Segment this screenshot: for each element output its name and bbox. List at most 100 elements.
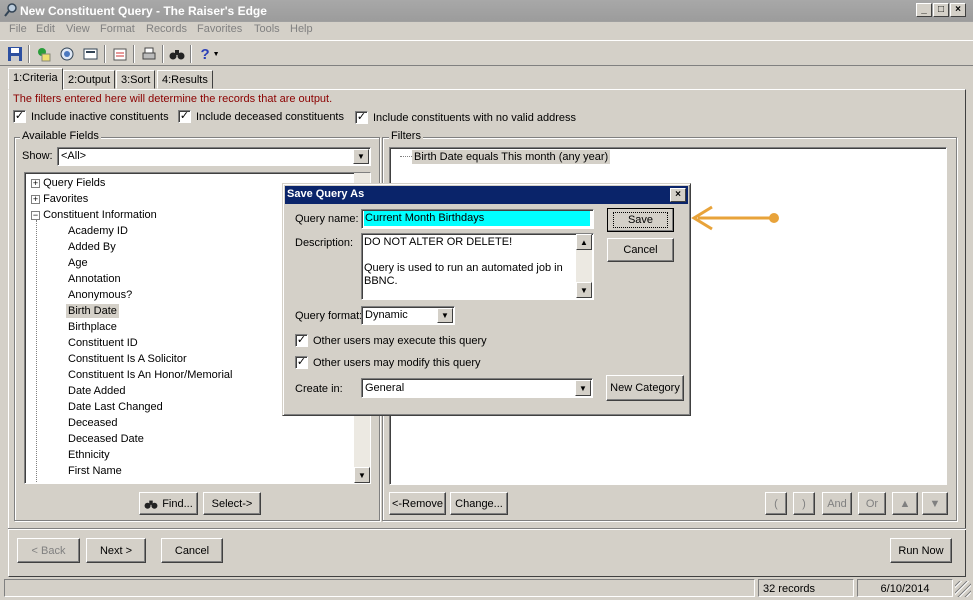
tree-item[interactable]: First Name — [68, 465, 122, 477]
chevron-down-icon[interactable]: ▼ — [353, 149, 369, 164]
and-button[interactable]: And — [822, 492, 852, 515]
checkmark-icon: ✓ — [295, 356, 308, 369]
tree-item[interactable]: Birthplace — [68, 321, 117, 333]
tree-item[interactable]: Constituent Is A Solicitor — [68, 353, 187, 365]
binoculars-icon[interactable] — [166, 44, 188, 64]
close-paren-button[interactable]: ) — [793, 492, 815, 515]
select-button[interactable]: Select-> — [203, 492, 261, 515]
or-button[interactable]: Or — [858, 492, 886, 515]
tree-item[interactable]: Date Added — [68, 385, 126, 397]
create-in-combo[interactable]: General ▼ — [361, 378, 593, 398]
include-deceased-checkbox[interactable]: ✓ Include deceased constituents — [178, 110, 344, 123]
create-in-label: Create in: — [295, 383, 343, 395]
checkmark-icon: ✓ — [178, 110, 191, 123]
resize-grip[interactable] — [955, 581, 971, 597]
tree-item-selected[interactable]: Birth Date — [66, 304, 119, 318]
tree-root-constituent-information[interactable]: − Constituent Information — [31, 209, 157, 221]
menu-help[interactable]: Help — [285, 23, 318, 35]
magnifier-icon — [4, 3, 17, 17]
scroll-down-icon[interactable]: ▼ — [576, 282, 592, 298]
save-icon[interactable] — [4, 44, 26, 64]
new-query-icon[interactable] — [33, 44, 55, 64]
tree-item[interactable]: Deceased Date — [68, 433, 144, 445]
query-format-label: Query format: — [295, 310, 363, 322]
status-date: 6/10/2014 — [857, 579, 953, 597]
properties-icon[interactable] — [109, 44, 131, 64]
tab-results[interactable]: 4:Results — [157, 70, 213, 89]
dialog-title-bar: Save Query As × — [285, 186, 688, 204]
move-down-button[interactable]: ▼ — [922, 492, 948, 515]
move-up-button[interactable]: ▲ — [892, 492, 918, 515]
scroll-up-icon[interactable]: ▲ — [576, 234, 592, 250]
export-icon[interactable] — [80, 44, 102, 64]
tree-item[interactable]: Deceased — [68, 417, 118, 429]
run-now-button[interactable]: Run Now — [890, 538, 952, 563]
remove-button[interactable]: <-Remove — [389, 492, 446, 515]
menu-file[interactable]: File — [4, 23, 32, 35]
new-category-button[interactable]: New Category — [606, 375, 684, 401]
menu-tools[interactable]: Tools — [249, 23, 285, 35]
filter-item[interactable]: Birth Date equals This month (any year) — [412, 150, 611, 164]
open-paren-button[interactable]: ( — [765, 492, 787, 515]
minimize-button[interactable]: _ — [916, 3, 932, 17]
close-icon[interactable]: × — [670, 188, 686, 202]
window-title: New Constituent Query - The Raiser's Edg… — [20, 4, 267, 18]
print-icon[interactable] — [138, 44, 160, 64]
query-format-combo[interactable]: Dynamic ▼ — [361, 306, 455, 325]
tree-item[interactable]: Annotation — [68, 273, 121, 285]
modify-checkbox[interactable]: ✓ Other users may modify this query — [295, 356, 481, 369]
show-combo[interactable]: <All> ▼ — [57, 147, 371, 166]
expand-icon[interactable]: + — [31, 179, 40, 188]
checkmark-icon: ✓ — [295, 334, 308, 347]
tree-item[interactable]: Date Last Changed — [68, 401, 163, 413]
find-button[interactable]: Find... — [139, 492, 198, 515]
chevron-down-icon[interactable]: ▼ — [575, 380, 591, 396]
menu-edit[interactable]: Edit — [31, 23, 60, 35]
title-bar: New Constituent Query - The Raiser's Edg… — [0, 0, 973, 22]
help-icon[interactable]: ? ▼ — [195, 44, 225, 64]
include-inactive-checkbox[interactable]: ✓ Include inactive constituents — [13, 110, 169, 123]
tab-criteria[interactable]: 1:Criteria — [8, 68, 63, 90]
expand-icon[interactable]: + — [31, 195, 40, 204]
close-window-button[interactable]: × — [950, 3, 966, 17]
dialog-cancel-button[interactable]: Cancel — [607, 238, 674, 262]
maximize-button[interactable]: □ — [933, 3, 949, 17]
include-no-address-checkbox[interactable]: ✓ Include constituents with no valid addr… — [355, 111, 576, 124]
tree-item[interactable]: Anonymous? — [68, 289, 132, 301]
query-name-input[interactable]: Current Month Birthdays — [361, 209, 594, 229]
menu-records[interactable]: Records — [141, 23, 192, 35]
change-button[interactable]: Change... — [450, 492, 508, 515]
tab-output[interactable]: 2:Output — [63, 70, 116, 89]
menu-favorites[interactable]: Favorites — [192, 23, 247, 35]
tree-root-favorites[interactable]: + Favorites — [31, 193, 88, 205]
description-textarea[interactable]: DO NOT ALTER OR DELETE! Query is used to… — [361, 233, 594, 300]
tree-root-query-fields[interactable]: + Query Fields — [31, 177, 105, 189]
save-button[interactable]: Save — [607, 208, 674, 232]
tree-item[interactable]: Constituent Is An Honor/Memorial — [68, 369, 232, 381]
tab-sort[interactable]: 3:Sort — [116, 70, 156, 89]
description-scrollbar[interactable]: ▲ ▼ — [576, 234, 592, 298]
chevron-down-icon[interactable]: ▼ — [437, 308, 453, 323]
annotation-arrow-icon — [691, 205, 779, 231]
execute-checkbox[interactable]: ✓ Other users may execute this query — [295, 334, 487, 347]
tree-item[interactable]: Age — [68, 257, 88, 269]
tree-item[interactable]: Constituent ID — [68, 337, 138, 349]
tree-item[interactable]: Added By — [68, 241, 116, 253]
dialog-title: Save Query As — [287, 188, 365, 200]
print-preview-icon[interactable] — [56, 44, 78, 64]
tree-item[interactable]: Academy ID — [68, 225, 128, 237]
cancel-button[interactable]: Cancel — [161, 538, 223, 563]
menu-format[interactable]: Format — [95, 23, 140, 35]
show-label: Show: — [22, 150, 53, 162]
back-button[interactable]: < Back — [17, 538, 80, 563]
collapse-icon[interactable]: − — [31, 211, 40, 220]
down-arrow-icon: ▼ — [929, 497, 941, 510]
menu-view[interactable]: View — [61, 23, 95, 35]
status-bar: 32 records 6/10/2014 — [0, 576, 973, 600]
query-name-label: Query name: — [295, 213, 359, 225]
scroll-down-icon[interactable]: ▼ — [354, 467, 370, 483]
tree-item[interactable]: Ethnicity — [68, 449, 110, 461]
next-button[interactable]: Next > — [86, 538, 146, 563]
binoculars-icon — [144, 500, 158, 509]
up-arrow-icon: ▲ — [899, 497, 911, 510]
